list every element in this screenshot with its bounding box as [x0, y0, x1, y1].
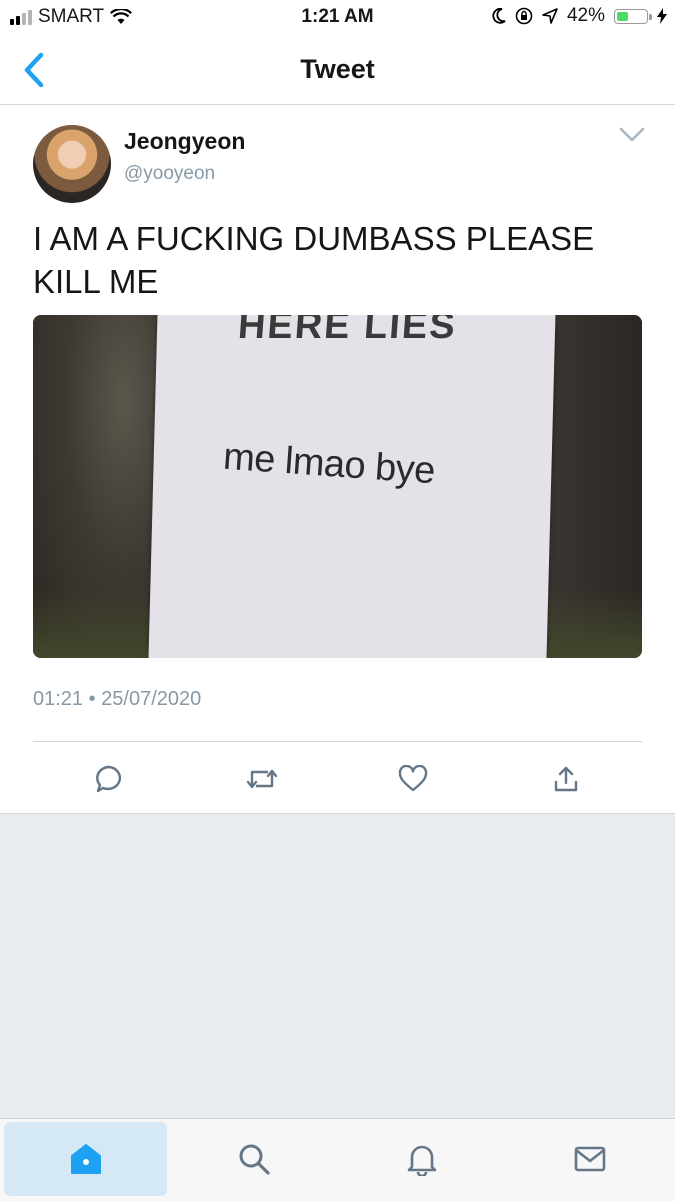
reply-button[interactable] — [89, 761, 129, 797]
moon-icon — [492, 8, 506, 24]
share-icon — [554, 766, 578, 792]
charging-bolt-icon — [657, 8, 667, 24]
tweet-menu-button[interactable] — [619, 127, 645, 148]
retweet-button[interactable] — [242, 761, 282, 797]
notifications-icon — [407, 1145, 436, 1176]
nav-header: Tweet — [0, 34, 675, 105]
battery-icon — [614, 8, 652, 24]
display-name[interactable]: Jeongyeon — [124, 128, 245, 155]
share-button[interactable] — [546, 761, 586, 797]
user-handle[interactable]: @yooyeon — [124, 163, 215, 185]
home-icon — [70, 1144, 101, 1174]
rotation-lock-icon — [515, 7, 533, 25]
paper-heading: HERE LIES — [236, 315, 459, 347]
tweet-actions — [0, 755, 675, 799]
status-right: 42% — [492, 5, 667, 27]
battery-percent: 42% — [566, 5, 605, 26]
tab-notifications[interactable] — [340, 1122, 503, 1196]
retweet-icon — [246, 769, 278, 789]
divider — [33, 741, 642, 742]
battery-fill — [617, 11, 629, 21]
tab-bar — [0, 1118, 675, 1201]
location-icon — [542, 8, 558, 24]
like-button[interactable] — [393, 761, 433, 797]
messages-icon — [574, 1146, 605, 1172]
tab-home[interactable] — [4, 1122, 167, 1196]
status-bar: SMART 1:21 AM 42% — [0, 0, 675, 34]
tweet-media-image[interactable]: HERE LIES me lmao bye — [33, 315, 642, 658]
tweet-text: I AM A FUCKING DUMBASS PLEASE KILL ME — [33, 220, 595, 300]
reply-icon — [96, 765, 122, 793]
avatar[interactable] — [33, 125, 111, 203]
tab-messages[interactable] — [508, 1122, 671, 1196]
search-icon — [239, 1144, 270, 1175]
tweet-timestamp: 01:21 • 25/07/2020 — [33, 688, 202, 710]
page-title: Tweet — [300, 54, 375, 84]
like-icon — [398, 765, 428, 792]
tweet-card: Jeongyeon @yooyeon I AM A FUCKING DUMBAS… — [0, 105, 675, 814]
chevron-down-icon — [619, 127, 645, 142]
tab-search[interactable] — [172, 1122, 335, 1196]
